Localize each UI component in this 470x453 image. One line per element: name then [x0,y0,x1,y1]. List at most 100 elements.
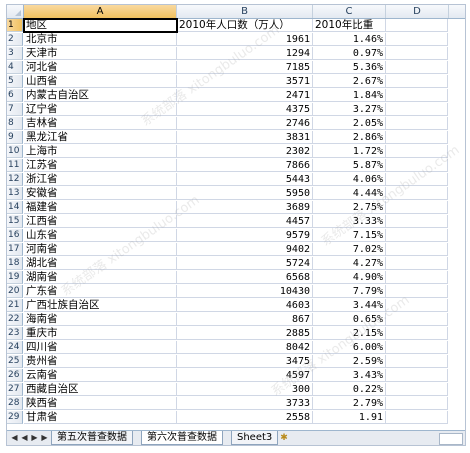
empty-cell[interactable] [386,341,448,354]
table-cell[interactable]: 2471 [177,89,313,102]
row-header[interactable]: 29 [7,411,23,424]
table-cell[interactable]: 吉林省 [24,117,177,130]
table-cell[interactable]: 4.06% [313,173,386,186]
table-cell[interactable]: 4375 [177,103,313,116]
table-cell[interactable]: 9579 [177,229,313,242]
empty-cell[interactable] [386,187,448,200]
row-header[interactable]: 15 [7,215,23,228]
table-cell[interactable]: 贵州省 [24,355,177,368]
table-cell[interactable]: 福建省 [24,201,177,214]
empty-cell[interactable] [386,201,448,214]
select-all-corner[interactable] [7,5,24,18]
row-header[interactable]: 5 [7,75,23,88]
table-cell[interactable]: 10430 [177,285,313,298]
table-cell[interactable]: 云南省 [24,369,177,382]
table-cell[interactable]: 1.84% [313,89,386,102]
table-cell[interactable]: 4457 [177,215,313,228]
table-cell[interactable]: 5443 [177,173,313,186]
table-cell[interactable]: 7.02% [313,243,386,256]
table-cell[interactable]: 0.22% [313,383,386,396]
row-header[interactable]: 24 [7,341,23,354]
prev-sheet-icon[interactable]: ◀ [20,433,29,443]
table-cell[interactable]: 3.44% [313,299,386,312]
table-cell[interactable]: 7.79% [313,285,386,298]
row-header[interactable]: 25 [7,355,23,368]
table-cell[interactable]: 867 [177,313,313,326]
empty-cell[interactable] [386,19,448,32]
table-cell[interactable]: 3.33% [313,215,386,228]
empty-cell[interactable] [386,61,448,74]
table-cell[interactable]: 上海市 [24,145,177,158]
empty-cell[interactable] [386,47,448,60]
table-cell[interactable]: 2558 [177,411,313,424]
table-cell[interactable]: 4.27% [313,257,386,270]
header-cell[interactable]: 2010年比重 [313,19,386,32]
table-cell[interactable]: 天津市 [24,47,177,60]
empty-cell[interactable] [386,33,448,46]
empty-cell[interactable] [386,397,448,410]
table-cell[interactable]: 4.90% [313,271,386,284]
row-header[interactable]: 14 [7,201,23,214]
header-cell[interactable]: 2010年人口数（万人） [177,19,313,32]
row-header[interactable]: 27 [7,383,23,396]
table-cell[interactable]: 1.72% [313,145,386,158]
empty-cell[interactable] [386,145,448,158]
table-cell[interactable]: 2885 [177,327,313,340]
table-cell[interactable]: 5.36% [313,61,386,74]
table-cell[interactable]: 3.27% [313,103,386,116]
row-header[interactable]: 28 [7,397,23,410]
row-header[interactable]: 23 [7,327,23,340]
table-cell[interactable]: 300 [177,383,313,396]
table-cell[interactable]: 江西省 [24,215,177,228]
table-cell[interactable]: 7185 [177,61,313,74]
empty-cell[interactable] [386,271,448,284]
column-header-c[interactable]: C [313,5,386,18]
row-header[interactable]: 2 [7,33,23,46]
column-header-b[interactable]: B [177,5,313,18]
table-cell[interactable]: 山西省 [24,75,177,88]
next-sheet-icon[interactable]: ▶ [30,433,39,443]
table-cell[interactable]: 3475 [177,355,313,368]
empty-cell[interactable] [386,131,448,144]
row-header[interactable]: 1 [7,19,23,32]
row-header[interactable]: 4 [7,61,23,74]
empty-cell[interactable] [386,215,448,228]
column-header-a[interactable]: A [24,5,177,18]
table-cell[interactable]: 2746 [177,117,313,130]
table-cell[interactable]: 湖北省 [24,257,177,270]
row-header[interactable]: 22 [7,313,23,326]
last-sheet-icon[interactable]: ▶ [40,433,49,443]
empty-cell[interactable] [386,355,448,368]
row-header[interactable]: 26 [7,369,23,382]
table-cell[interactable]: 3733 [177,397,313,410]
empty-cell[interactable] [386,89,448,102]
table-cell[interactable]: 甘肃省 [24,411,177,424]
row-header[interactable]: 21 [7,299,23,312]
empty-cell[interactable] [386,411,448,424]
table-cell[interactable]: 2.67% [313,75,386,88]
table-cell[interactable]: 重庆市 [24,327,177,340]
table-cell[interactable]: 西藏自治区 [24,383,177,396]
insert-sheet-icon[interactable]: ✱ [277,432,291,444]
table-cell[interactable]: 河北省 [24,61,177,74]
column-header-d[interactable]: D [386,5,449,18]
sheet-tab-3[interactable]: Sheet3 [231,431,279,445]
first-sheet-icon[interactable]: ◀ [10,433,19,443]
empty-cell[interactable] [386,243,448,256]
table-cell[interactable]: 江苏省 [24,159,177,172]
table-cell[interactable]: 3571 [177,75,313,88]
empty-cell[interactable] [386,299,448,312]
table-cell[interactable]: 广东省 [24,285,177,298]
table-cell[interactable]: 1294 [177,47,313,60]
row-header[interactable]: 6 [7,89,23,102]
table-cell[interactable]: 北京市 [24,33,177,46]
table-cell[interactable]: 5950 [177,187,313,200]
table-cell[interactable]: 辽宁省 [24,103,177,116]
empty-cell[interactable] [386,117,448,130]
table-cell[interactable]: 河南省 [24,243,177,256]
table-cell[interactable]: 湖南省 [24,271,177,284]
empty-cell[interactable] [386,369,448,382]
table-cell[interactable]: 内蒙古自治区 [24,89,177,102]
table-cell[interactable]: 1.91 [313,411,386,424]
empty-cell[interactable] [386,159,448,172]
